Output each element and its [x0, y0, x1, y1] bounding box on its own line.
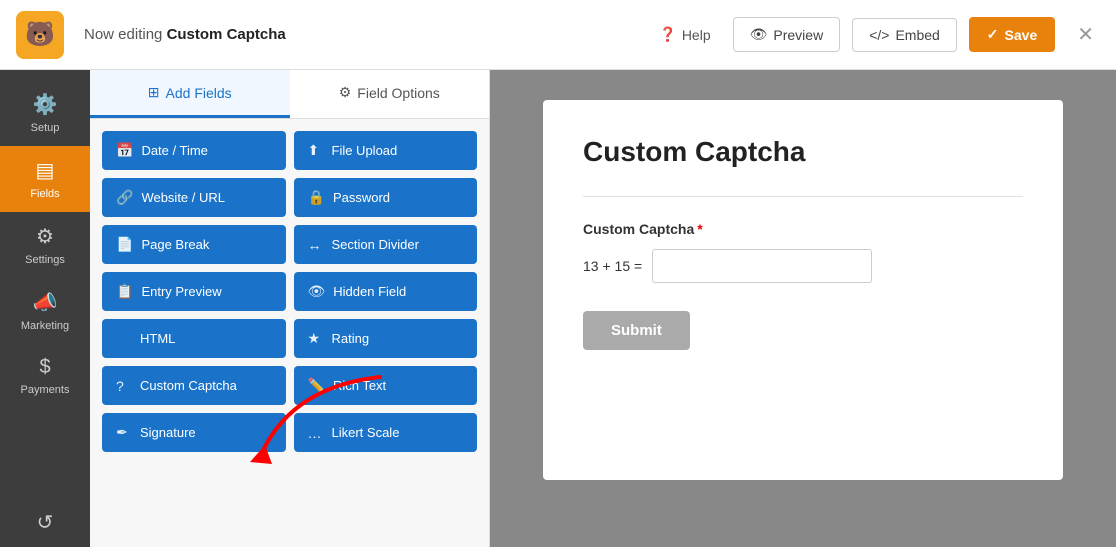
form-field-label: Custom Captcha* [583, 221, 1023, 237]
checkmark-icon: ✓ [987, 26, 999, 43]
required-indicator: * [697, 221, 702, 237]
field-btn-icon-page-break: 📄 [116, 236, 133, 253]
panel-tabs: ⊞ Add Fields ⚙ Field Options [90, 70, 489, 119]
revisions-icon: ↺ [37, 510, 54, 535]
main-layout: ⚙️ Setup ▤ Fields ⚙ Settings 📣 Marketing… [0, 70, 1116, 547]
field-btn-icon-likert-scale: … [308, 425, 324, 441]
fields-icon: ▤ [36, 158, 55, 183]
fields-grid: 📅Date / Time⬆File Upload🔗Website / URL🔒P… [90, 119, 489, 464]
add-fields-tab-icon: ⊞ [148, 84, 160, 101]
field-btn-icon-section-divider: ↔ [308, 237, 324, 253]
field-btn-password[interactable]: 🔒Password [294, 178, 478, 217]
preview-area: Custom Captcha Custom Captcha* 13 + 15 =… [490, 70, 1116, 547]
form-card: Custom Captcha Custom Captcha* 13 + 15 =… [543, 100, 1063, 480]
field-btn-icon-hidden-field: 👁 [308, 283, 326, 300]
setup-icon: ⚙️ [33, 92, 58, 117]
field-btn-icon-password: 🔒 [308, 189, 325, 206]
help-icon: ❓ [659, 26, 676, 43]
sidebar-item-settings[interactable]: ⚙ Settings [0, 212, 90, 278]
sidebar-item-marketing[interactable]: 📣 Marketing [0, 278, 90, 344]
field-btn-likert-scale[interactable]: …Likert Scale [294, 413, 478, 452]
logo-area: 🐻 [16, 11, 64, 59]
preview-icon: 👁 [750, 26, 768, 43]
field-btn-icon-rich-text: ✏️ [308, 377, 325, 394]
fields-panel: ⊞ Add Fields ⚙ Field Options 📅Date / Tim… [90, 70, 490, 547]
payments-icon: $ [39, 356, 50, 379]
embed-button[interactable]: </> Embed [852, 18, 957, 52]
field-btn-signature[interactable]: ✒Signature [102, 413, 286, 452]
field-btn-date-time[interactable]: 📅Date / Time [102, 131, 286, 170]
field-btn-icon-signature: ✒ [116, 424, 132, 441]
save-button[interactable]: ✓ Save [969, 17, 1055, 52]
tab-add-fields[interactable]: ⊞ Add Fields [90, 70, 290, 118]
settings-icon: ⚙ [36, 224, 54, 249]
sidebar-item-fields[interactable]: ▤ Fields [0, 146, 90, 212]
sidebar: ⚙️ Setup ▤ Fields ⚙ Settings 📣 Marketing… [0, 70, 90, 547]
captcha-input[interactable] [652, 249, 872, 283]
editing-label: Now editing Custom Captcha [84, 26, 286, 43]
form-divider [583, 196, 1023, 197]
close-button[interactable]: ✕ [1071, 16, 1100, 53]
sidebar-item-setup[interactable]: ⚙️ Setup [0, 80, 90, 146]
marketing-icon: 📣 [33, 290, 58, 315]
preview-button[interactable]: 👁 Preview [733, 17, 841, 52]
field-btn-file-upload[interactable]: ⬆File Upload [294, 131, 478, 170]
field-btn-icon-custom-captcha: ? [116, 378, 132, 394]
sidebar-item-payments[interactable]: $ Payments [0, 344, 90, 408]
field-btn-icon-rating: ★ [308, 330, 324, 347]
field-btn-entry-preview[interactable]: 📋Entry Preview [102, 272, 286, 311]
logo-icon: 🐻 [16, 11, 64, 59]
field-btn-hidden-field[interactable]: 👁Hidden Field [294, 272, 478, 311]
field-btn-custom-captcha[interactable]: ?Custom Captcha [102, 366, 286, 405]
field-btn-website-url[interactable]: 🔗Website / URL [102, 178, 286, 217]
top-bar: 🐻 Now editing Custom Captcha ❓ Help 👁 Pr… [0, 0, 1116, 70]
help-button[interactable]: ❓ Help [649, 20, 720, 49]
field-btn-section-divider[interactable]: ↔Section Divider [294, 225, 478, 264]
field-btn-icon-file-upload: ⬆ [308, 142, 324, 159]
field-btn-rating[interactable]: ★Rating [294, 319, 478, 358]
captcha-row: 13 + 15 = [583, 249, 1023, 283]
field-btn-icon-website-url: 🔗 [116, 189, 133, 206]
tab-field-options[interactable]: ⚙ Field Options [290, 70, 490, 118]
field-options-tab-icon: ⚙ [339, 84, 352, 101]
field-btn-page-break[interactable]: 📄Page Break [102, 225, 286, 264]
captcha-equation: 13 + 15 = [583, 258, 642, 274]
field-btn-icon-date-time: 📅 [116, 142, 133, 159]
form-title: Custom Captcha [583, 136, 1023, 168]
submit-button[interactable]: Submit [583, 311, 690, 350]
field-btn-icon-entry-preview: 📋 [116, 283, 133, 300]
field-btn-rich-text[interactable]: ✏️Rich Text [294, 366, 478, 405]
sidebar-item-revisions[interactable]: ↺ [29, 498, 62, 547]
embed-icon: </> [869, 27, 889, 43]
field-btn-html[interactable]: HTML [102, 319, 286, 358]
